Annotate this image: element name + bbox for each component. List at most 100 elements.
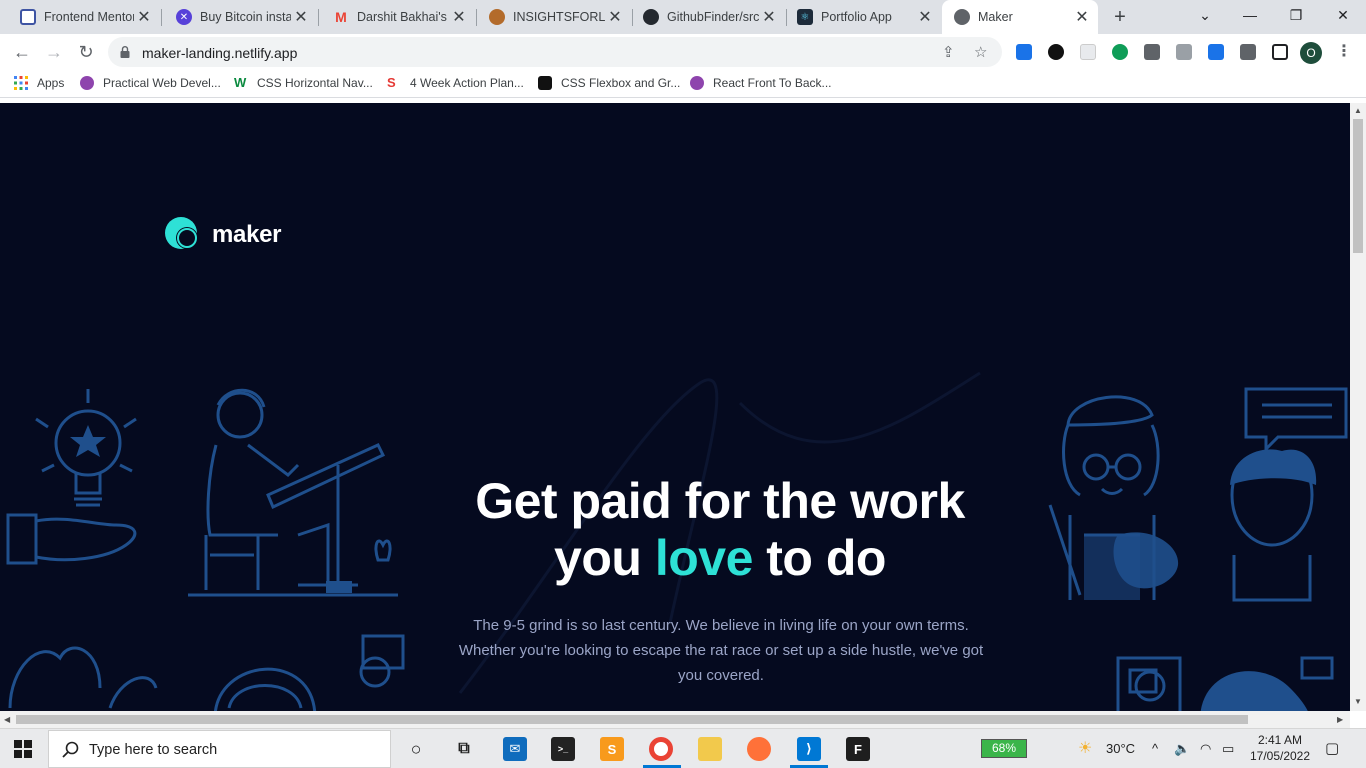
grammar-extension-icon[interactable] [1112, 44, 1128, 60]
figma-icon[interactable]: F [846, 737, 870, 761]
task-view-icon[interactable]: ⧉ [452, 737, 476, 761]
chrome-app-icon[interactable] [649, 737, 673, 761]
battery-indicator[interactable]: 68% [981, 739, 1027, 758]
profile-avatar[interactable]: O [1300, 42, 1322, 64]
speech-bubble-person-illustration [1230, 387, 1348, 602]
lock-icon [120, 46, 130, 58]
scroll-left-arrow-icon[interactable]: ◀ [4, 715, 10, 724]
back-button[interactable]: ← [8, 38, 36, 66]
close-tab-icon[interactable]: ✕ [291, 7, 311, 27]
tab-search-dropdown-icon[interactable]: ⌄ [1182, 0, 1228, 30]
w3schools-icon: W [234, 75, 247, 90]
tab-title: Darshit Bakhai's Z [357, 10, 449, 24]
bookmarks-bar: Apps Practical Web Devel... W CSS Horizo… [0, 70, 1366, 98]
weather-icon[interactable]: ☀ [1078, 738, 1092, 758]
close-tab-icon[interactable]: ✕ [605, 7, 625, 27]
windows-start-icon[interactable] [14, 740, 32, 758]
sync-extension-icon[interactable] [1048, 44, 1064, 60]
minimize-button[interactable]: — [1227, 0, 1273, 30]
tab-strip: Frontend Mentor ✕ ✕ Buy Bitcoin instantl… [0, 0, 1366, 34]
browser-toolbar: ← → ↻ maker-landing.netlify.app ⇪ ☆ O ⋮ [0, 34, 1366, 70]
tab-portfolio-app[interactable]: ⚛ Portfolio App ✕ [787, 0, 941, 34]
bookmark-label: CSS Horizontal Nav... [257, 76, 373, 90]
headphones-person-illustration [214, 634, 405, 711]
show-hidden-icons-chevron-icon[interactable]: ^ [1152, 741, 1158, 756]
scroll-down-arrow-icon[interactable]: ▼ [1354, 697, 1362, 706]
close-tab-icon[interactable]: ✕ [915, 7, 935, 27]
udemy-icon [690, 76, 704, 90]
download-extension-icon[interactable] [1016, 44, 1032, 60]
tab-title: Buy Bitcoin instantly [200, 10, 291, 24]
maker-logo-icon [165, 217, 198, 249]
sublime-text-icon[interactable]: S [600, 737, 624, 761]
windows-taskbar: Type here to search ○ ⧉ ✉ >_ S ⟩ F 68% ☀… [0, 728, 1366, 768]
insights-favicon-icon [489, 9, 505, 25]
bookmark-4-week-action-plan[interactable]: S 4 Week Action Plan... [387, 75, 524, 91]
wifi-icon[interactable]: ◠ [1200, 741, 1211, 757]
react-icon: ⚛ [797, 9, 813, 25]
terminal-app-icon[interactable]: >_ [551, 737, 575, 761]
bookmark-label: 4 Week Action Plan... [410, 76, 524, 90]
bottom-right-illustration [1116, 656, 1334, 711]
side-panel-icon[interactable] [1272, 44, 1288, 60]
close-window-button[interactable]: ✕ [1320, 0, 1366, 30]
file-explorer-icon[interactable] [698, 737, 722, 761]
taskbar-search[interactable]: Type here to search [48, 730, 391, 768]
close-tab-icon[interactable]: ✕ [449, 7, 469, 27]
tab-githubfinder[interactable]: GithubFinder/src ✕ [633, 0, 785, 34]
tab-frontend-mentor[interactable]: Frontend Mentor ✕ [0, 0, 160, 34]
search-placeholder: Type here to search [89, 742, 218, 758]
scroll-up-arrow-icon[interactable]: ▲ [1354, 106, 1362, 115]
forward-button[interactable]: → [40, 38, 68, 66]
tab-maker[interactable]: Maker ✕ [942, 0, 1098, 34]
extension-icon[interactable] [1080, 44, 1096, 60]
tab-buy-bitcoin[interactable]: ✕ Buy Bitcoin instantly ✕ [162, 0, 317, 34]
horizontal-scrollbar-thumb[interactable] [16, 715, 1248, 724]
screen-extension-icon[interactable] [1208, 44, 1224, 60]
red-s-icon: S [387, 75, 396, 90]
vertical-scrollbar[interactable]: ▲ ▼ [1350, 103, 1366, 711]
bookmark-react-front-to-back[interactable]: React Front To Back... [690, 76, 832, 90]
bitcoin-favicon-icon: ✕ [176, 9, 192, 25]
system-clock[interactable]: 2:41 AM 17/05/2022 [1242, 732, 1318, 764]
tab-title: Frontend Mentor [44, 10, 134, 24]
tab-gmail[interactable]: M Darshit Bakhai's Z ✕ [319, 0, 475, 34]
close-tab-icon[interactable]: ✕ [759, 7, 779, 27]
bookmark-star-icon[interactable]: ☆ [974, 43, 987, 61]
scroll-right-arrow-icon[interactable]: ▶ [1337, 715, 1343, 724]
tab-title: Portfolio App [821, 10, 892, 24]
css-tricks-icon [538, 76, 552, 90]
vertical-scrollbar-thumb[interactable] [1353, 119, 1363, 253]
tab-title: Maker [978, 10, 1013, 24]
share-icon[interactable]: ⇪ [942, 43, 955, 61]
new-tab-button[interactable]: + [1107, 4, 1133, 30]
bookmark-label: Apps [37, 76, 65, 90]
github-icon [643, 9, 659, 25]
vscode-icon[interactable]: ⟩ [797, 737, 821, 761]
notifications-icon[interactable]: ▢ [1325, 739, 1339, 757]
battery-tray-icon[interactable]: ▭ [1222, 741, 1234, 757]
tab-insightsforliving[interactable]: INSIGHTSFORLIVING ✕ [477, 0, 631, 34]
mail-app-icon[interactable]: ✉ [503, 737, 527, 761]
maker-logo[interactable]: maker [165, 217, 282, 253]
bookmark-practical-web-dev[interactable]: Practical Web Devel... [80, 76, 221, 90]
cortana-icon[interactable]: ○ [404, 737, 428, 761]
reload-button[interactable]: ↻ [72, 38, 100, 66]
weather-temperature[interactable]: 30°C [1106, 741, 1135, 756]
bookmark-css-flexbox[interactable]: CSS Flexbox and Gr... [538, 76, 680, 90]
camera-extension-icon[interactable] [1176, 44, 1192, 60]
bookmark-apps[interactable]: Apps [14, 76, 64, 90]
firefox-icon[interactable] [747, 737, 771, 761]
puzzle-extensions-icon[interactable] [1240, 44, 1256, 60]
close-tab-icon[interactable]: ✕ [1072, 7, 1092, 27]
address-bar[interactable]: maker-landing.netlify.app ⇪ ☆ [108, 37, 1002, 67]
restore-button[interactable]: ❐ [1273, 0, 1319, 30]
volume-icon[interactable]: 🔈 [1174, 741, 1190, 757]
bus-extension-icon[interactable] [1144, 44, 1160, 60]
bookmark-css-horizontal-nav[interactable]: W CSS Horizontal Nav... [234, 75, 373, 91]
hero-heading-accent: love [654, 530, 754, 586]
gmail-icon: M [335, 9, 347, 25]
close-tab-icon[interactable]: ✕ [134, 7, 154, 27]
menu-kebab-icon[interactable]: ⋮ [1336, 41, 1352, 61]
horizontal-scrollbar[interactable]: ◀ ▶ [0, 711, 1350, 728]
